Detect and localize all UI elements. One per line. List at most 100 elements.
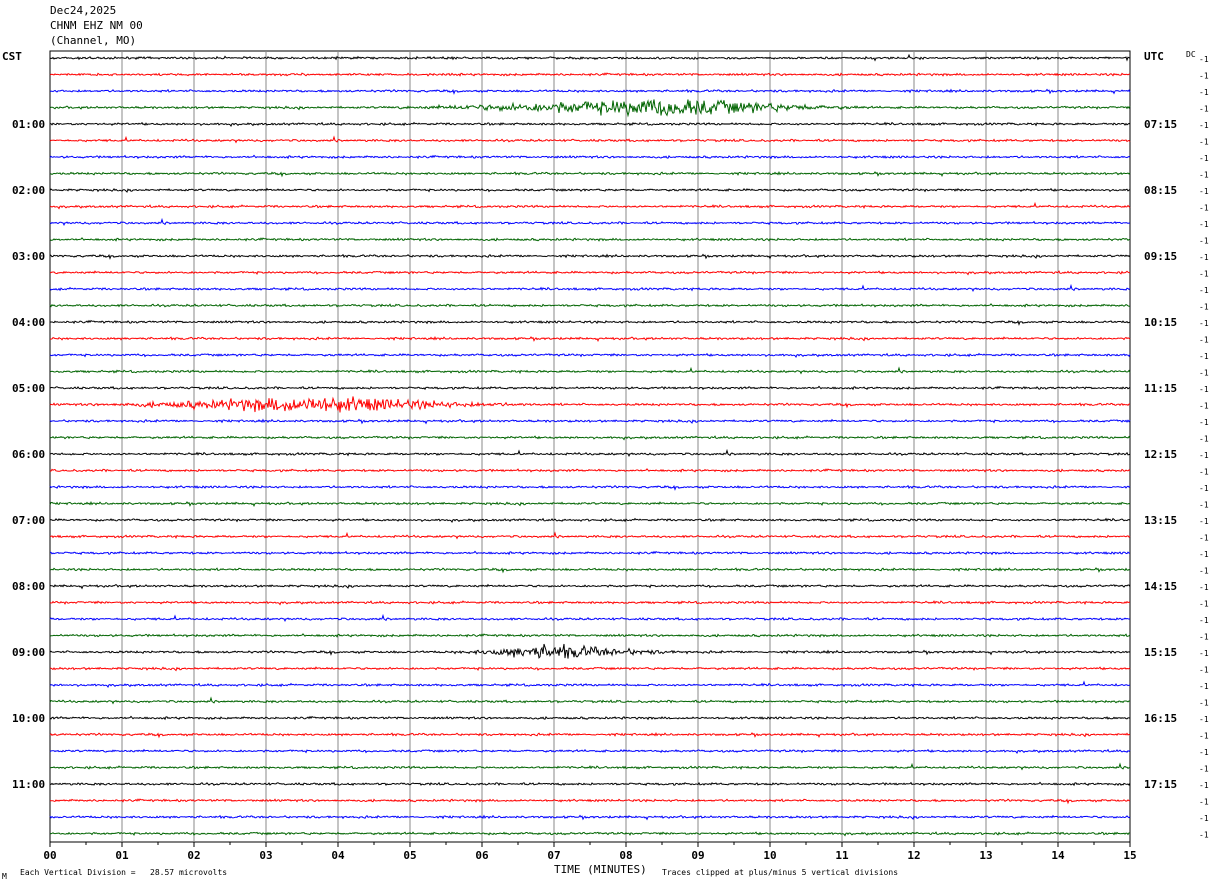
seismic-trace xyxy=(49,385,1131,391)
trace-offset-label: -1 xyxy=(1199,121,1209,130)
trace-offset-label: -1 xyxy=(1199,55,1209,64)
seismic-trace xyxy=(49,283,1131,293)
left-hour-label: 10:00 xyxy=(12,712,45,725)
seismic-trace xyxy=(49,319,1131,326)
trace-offset-label: -1 xyxy=(1199,765,1209,774)
left-hour-label: 11:00 xyxy=(12,778,45,791)
x-tick-label: 10 xyxy=(763,849,776,862)
seismic-trace xyxy=(49,72,1131,77)
x-tick-label: 03 xyxy=(259,849,272,862)
trace-offset-label: -1 xyxy=(1199,154,1209,163)
seismic-trace xyxy=(49,517,1131,523)
seismic-trace xyxy=(49,531,1131,540)
helicorder-plot: 00 01 02 03 04 05 06 07 08 09 10 11 12 13 14 15 -1 -1 -1 -1… xyxy=(12,50,1209,862)
trace-offset-label: -1 xyxy=(1199,336,1209,345)
seismic-trace xyxy=(49,583,1131,590)
trace-offset-label: -1 xyxy=(1199,567,1209,576)
trace-offset-label: -1 xyxy=(1199,715,1209,724)
trace-offset-label: -1 xyxy=(1199,616,1209,625)
seismic-trace xyxy=(49,352,1131,358)
left-hour-label: 06:00 xyxy=(12,448,45,461)
trace-offset-label: -1 xyxy=(1199,484,1209,493)
trace-offset-label: -1 xyxy=(1199,649,1209,658)
left-hour-label: 09:00 xyxy=(12,646,45,659)
trace-offset-label: -1 xyxy=(1199,369,1209,378)
seismic-trace xyxy=(49,748,1131,754)
seismic-trace xyxy=(49,715,1131,721)
seismic-trace xyxy=(49,814,1131,821)
seismic-trace xyxy=(49,600,1131,606)
trace-offset-label: -1 xyxy=(1199,451,1209,460)
trace-offset-label: -1 xyxy=(1199,682,1209,691)
trace-offset-label: -1 xyxy=(1199,220,1209,229)
seismic-trace xyxy=(49,88,1131,95)
seismic-trace xyxy=(49,762,1131,771)
seismic-trace xyxy=(49,121,1131,127)
trace-offset-label: -1 xyxy=(1199,319,1209,328)
right-hour-label: 14:15 xyxy=(1144,580,1177,593)
trace-offset-label: -1 xyxy=(1199,633,1209,642)
seismic-trace xyxy=(49,831,1131,837)
trace-offset-label: -1 xyxy=(1199,105,1209,114)
trace-offset-label: -1 xyxy=(1199,732,1209,741)
trace-offset-label: -1 xyxy=(1199,534,1209,543)
seismic-trace xyxy=(49,731,1131,739)
seismic-trace xyxy=(49,154,1131,160)
left-hour-label: 05:00 xyxy=(12,382,45,395)
right-hour-label: 13:15 xyxy=(1144,514,1177,527)
left-hour-label: 03:00 xyxy=(12,250,45,263)
trace-offset-label: -1 xyxy=(1199,831,1209,840)
x-tick-label: 09 xyxy=(691,849,704,862)
seismic-trace xyxy=(49,448,1131,458)
seismic-trace xyxy=(49,366,1131,375)
seismic-trace xyxy=(50,335,1131,342)
seismic-trace xyxy=(49,99,1131,118)
left-hour-label: 08:00 xyxy=(12,580,45,593)
trace-offset-label: -1 xyxy=(1199,88,1209,97)
x-tick-label: 14 xyxy=(1051,849,1065,862)
trace-offset-label: -1 xyxy=(1199,237,1209,246)
right-hour-label: 15:15 xyxy=(1144,646,1177,659)
right-hour-label: 09:15 xyxy=(1144,250,1177,263)
trace-offset-label: -1 xyxy=(1199,600,1209,609)
seismic-trace xyxy=(49,217,1131,227)
right-hour-label: 16:15 xyxy=(1144,712,1177,725)
x-tick-label: 00 xyxy=(43,849,56,862)
trace-offset-label: -1 xyxy=(1199,402,1209,411)
seismic-trace xyxy=(49,781,1131,787)
trace-offset-label: -1 xyxy=(1199,666,1209,675)
trace-offset-label: -1 xyxy=(1199,798,1209,807)
trace-offset-label: -1 xyxy=(1199,171,1209,180)
x-tick-label: 04 xyxy=(331,849,345,862)
x-tick-label: 08 xyxy=(619,849,632,862)
trace-offset-label: -1 xyxy=(1199,204,1209,213)
plot-grid xyxy=(49,50,1131,847)
right-hour-label: 17:15 xyxy=(1144,778,1177,791)
seismic-trace xyxy=(49,484,1131,491)
trace-offset-label: -1 xyxy=(1199,435,1209,444)
right-hour-label: 12:15 xyxy=(1144,448,1177,461)
trace-offset-label: -1 xyxy=(1199,187,1209,196)
trace-offset-label: -1 xyxy=(1199,303,1209,312)
seismic-trace xyxy=(49,418,1131,425)
trace-offset-label: -1 xyxy=(1199,699,1209,708)
x-tick-label: 07 xyxy=(547,849,560,862)
trace-offset-label: -1 xyxy=(1199,385,1209,394)
trace-offset-label: -1 xyxy=(1199,781,1209,790)
trace-offset-label: -1 xyxy=(1199,286,1209,295)
seismic-trace xyxy=(49,270,1131,276)
trace-offset-label: -1 xyxy=(1199,468,1209,477)
seismic-trace xyxy=(49,187,1131,193)
left-hour-label: 01:00 xyxy=(12,118,45,131)
x-tick-label: 02 xyxy=(187,849,200,862)
trace-offset-label: -1 xyxy=(1199,748,1209,757)
trace-offset-label: -1 xyxy=(1199,270,1209,279)
seismic-trace xyxy=(49,633,1131,638)
right-hour-label: 08:15 xyxy=(1144,184,1177,197)
seismic-trace xyxy=(49,237,1131,242)
trace-offset-label: -1 xyxy=(1199,583,1209,592)
x-tick-label: 12 xyxy=(907,849,920,862)
seismic-trace xyxy=(49,253,1131,260)
seismic-trace xyxy=(49,798,1131,805)
seismic-trace xyxy=(49,666,1131,672)
